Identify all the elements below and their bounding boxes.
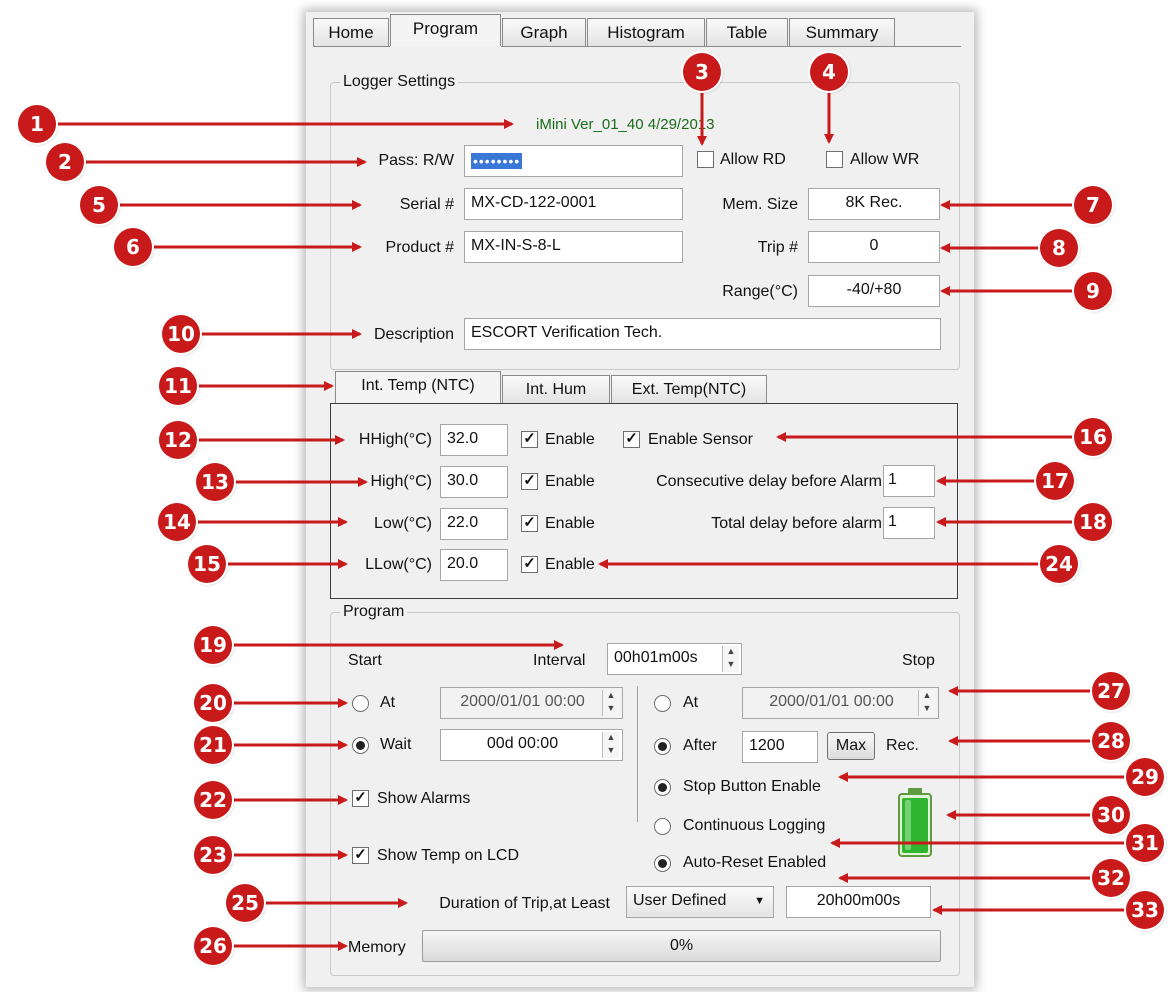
callout-27: 27 (1092, 672, 1130, 710)
callout-26: 26 (194, 927, 232, 965)
callout-31: 31 (1126, 824, 1164, 862)
callout-29: 29 (1126, 758, 1164, 796)
callout-32: 32 (1092, 859, 1130, 897)
callout-28: 28 (1092, 722, 1130, 760)
callout-11: 11 (159, 367, 197, 405)
callout-5: 5 (80, 186, 118, 224)
callout-9: 9 (1074, 272, 1112, 310)
callout-14: 14 (158, 503, 196, 541)
callout-25: 25 (226, 884, 264, 922)
callout-33: 33 (1126, 891, 1164, 929)
callout-1: 1 (18, 105, 56, 143)
callout-12: 12 (159, 421, 197, 459)
callout-2: 2 (46, 143, 84, 181)
callout-19: 19 (194, 626, 232, 664)
callout-22: 22 (194, 781, 232, 819)
callout-6: 6 (114, 228, 152, 266)
callout-21: 21 (194, 726, 232, 764)
callout-23: 23 (194, 836, 232, 874)
callout-20: 20 (194, 684, 232, 722)
callout-30: 30 (1092, 796, 1130, 834)
callout-3: 3 (683, 53, 721, 91)
callout-15: 15 (188, 545, 226, 583)
callout-16: 16 (1074, 418, 1112, 456)
callout-13: 13 (196, 463, 234, 501)
callout-8: 8 (1040, 229, 1078, 267)
callout-24: 24 (1040, 545, 1078, 583)
callout-4: 4 (810, 53, 848, 91)
callout-10: 10 (162, 315, 200, 353)
callout-18: 18 (1074, 503, 1112, 541)
annotation-arrows (56, 92, 1135, 951)
callout-17: 17 (1036, 462, 1074, 500)
callout-7: 7 (1074, 186, 1112, 224)
